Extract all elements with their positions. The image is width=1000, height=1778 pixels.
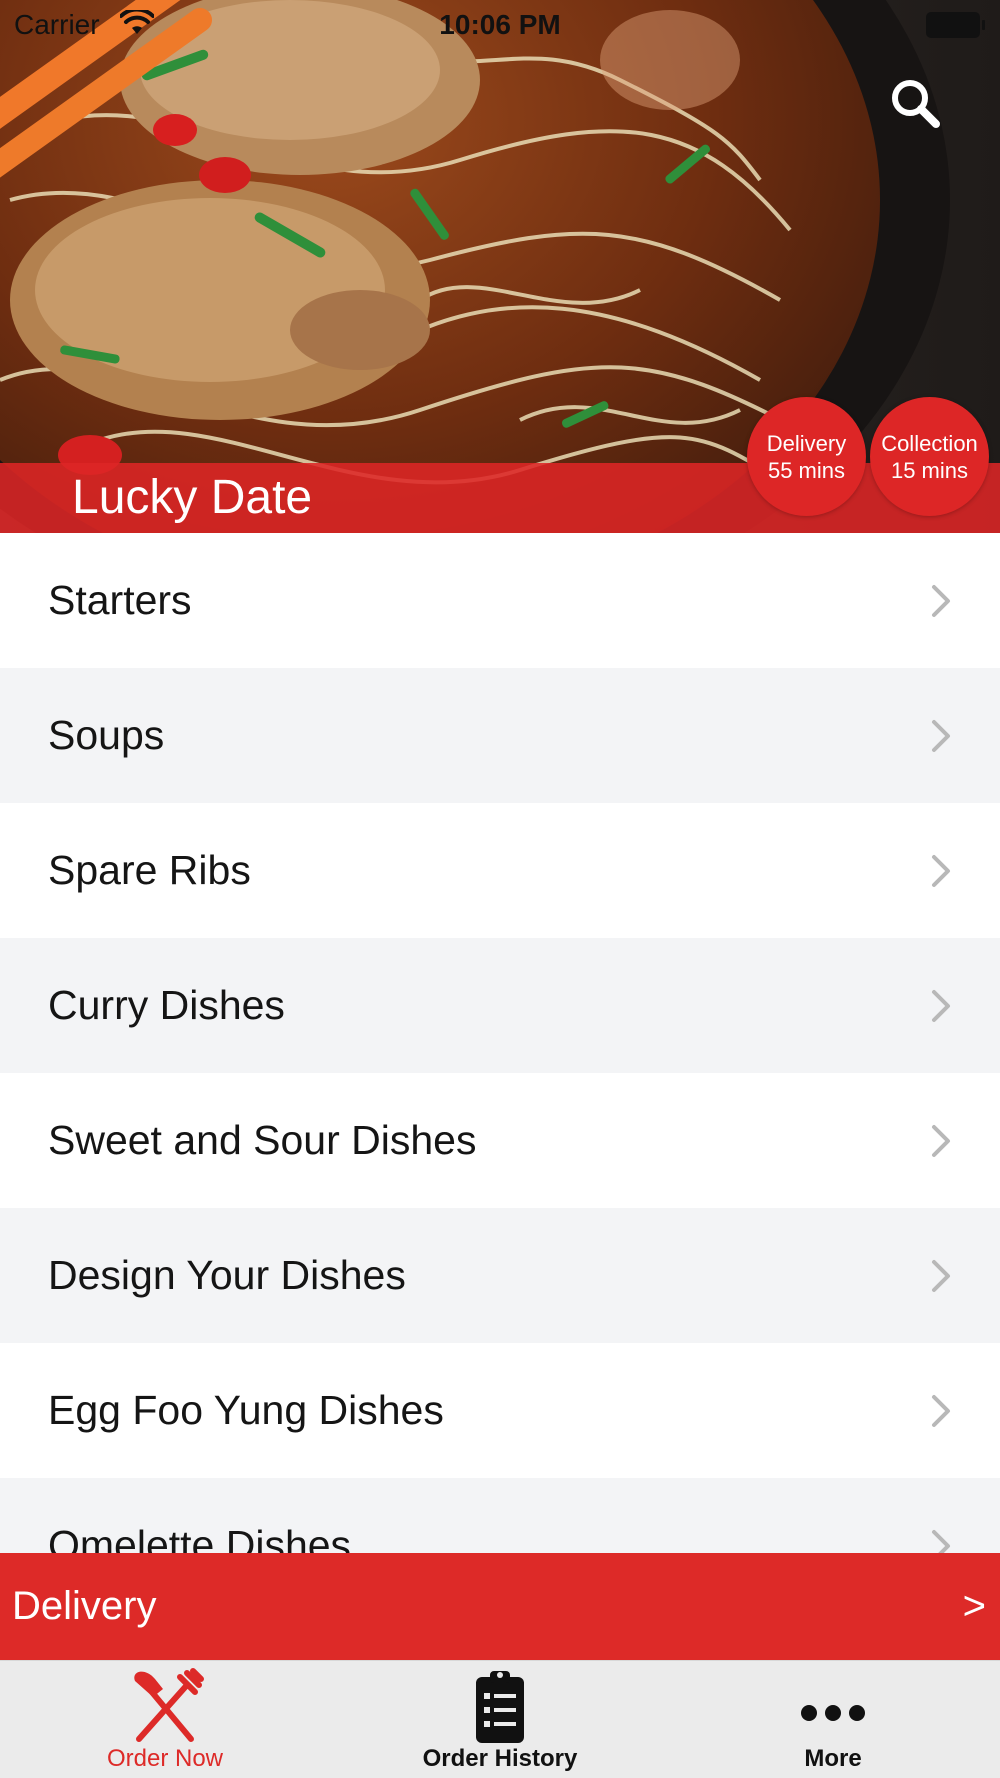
menu-item-egg-foo-yung-dishes[interactable]: Egg Foo Yung Dishes [0,1343,1000,1478]
menu-item-omelette-dishes[interactable]: Omelette Dishes [0,1478,1000,1553]
menu-item-label: Starters [48,577,192,623]
menu-item-label: Sweet and Sour Dishes [48,1117,477,1163]
hero-banner: Carrier 10:06 PM Lucky Date Delivery 55 … [0,0,1000,533]
chevron-right-icon [932,990,950,1022]
search-icon [892,80,940,128]
menu-item-sweet-and-sour-dishes[interactable]: Sweet and Sour Dishes [0,1073,1000,1208]
delivery-mode-arrow: > [962,1584,986,1628]
badge-title: Delivery [766,430,847,456]
menu-item-label: Curry Dishes [48,982,285,1028]
delivery-mode-label: Delivery [12,1584,157,1628]
badge-title: Collection [881,430,978,456]
menu-item-label: Soups [48,712,165,758]
battery-icon [926,12,985,38]
tab-more[interactable]: More [733,1661,933,1778]
menu-item-design-your-dishes[interactable]: Design Your Dishes [0,1208,1000,1343]
menu-item-spare-ribs[interactable]: Spare Ribs [0,803,1000,938]
tab-order-now[interactable]: Order Now [60,1661,270,1778]
delivery-time-badge: Delivery 55 mins [747,397,866,516]
clipboard-list-icon [476,1671,524,1743]
search-button[interactable] [886,74,946,134]
badge-time: 55 mins [767,457,846,483]
chevron-right-icon [932,1260,950,1292]
chevron-right-icon [932,1395,950,1427]
chevron-right-icon [932,720,950,752]
delivery-mode-bar[interactable]: Delivery > [0,1553,1000,1660]
more-dots-icon [801,1705,865,1721]
chevron-right-icon [932,585,950,617]
menu-item-starters[interactable]: Starters [0,533,1000,668]
status-bar: Carrier 10:06 PM [0,0,1000,50]
menu-category-list[interactable]: Starters Soups Spare Ribs Curry Dishes S… [0,533,1000,1553]
menu-item-label: Omelette Dishes [48,1522,352,1553]
chevron-right-icon [932,855,950,887]
chevron-right-icon [932,1125,950,1157]
restaurant-name: Lucky Date [72,471,313,524]
collection-time-badge: Collection 15 mins [870,397,989,516]
menu-item-label: Spare Ribs [48,847,251,893]
tab-label: Order History [422,1745,578,1772]
tab-label: More [804,1745,862,1772]
menu-item-curry-dishes[interactable]: Curry Dishes [0,938,1000,1073]
badge-time: 15 mins [890,457,969,483]
fork-knife-icon [134,1668,204,1742]
status-time: 10:06 PM [439,9,561,40]
tab-bar: Order Now Order History More [0,1660,1000,1778]
menu-item-label: Design Your Dishes [48,1252,406,1298]
chevron-right-icon [932,1530,950,1553]
tab-order-history[interactable]: Order History [395,1661,605,1778]
menu-item-soups[interactable]: Soups [0,668,1000,803]
tab-label: Order Now [106,1745,224,1772]
menu-item-label: Egg Foo Yung Dishes [48,1387,444,1433]
